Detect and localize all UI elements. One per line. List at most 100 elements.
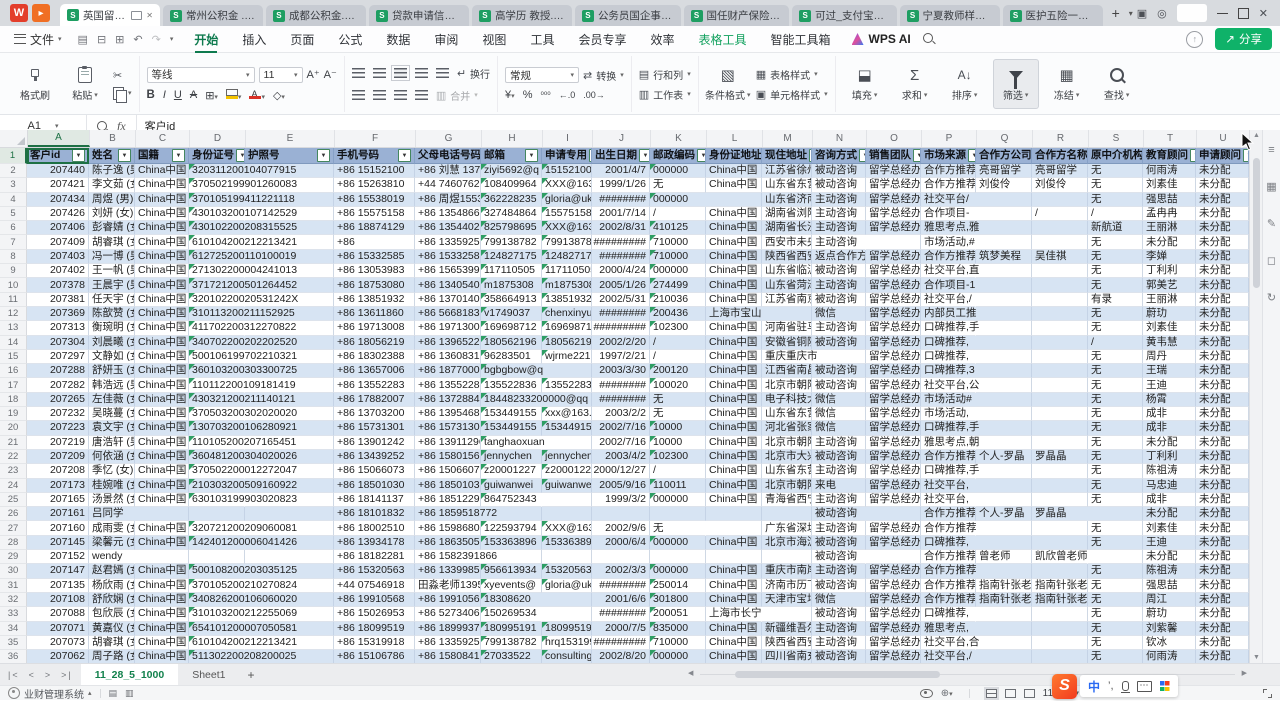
cell-J24[interactable]: 2005/9/16: [592, 479, 650, 493]
currency-button[interactable]: ¥▾: [505, 89, 515, 101]
row-header-24[interactable]: 24: [0, 479, 27, 493]
cell-G16[interactable]: +86 1877000215: [415, 364, 481, 378]
row-header-34[interactable]: 34: [0, 622, 27, 636]
cell-S32[interactable]: 无: [1088, 593, 1143, 607]
cell-U17[interactable]: 未分配: [1196, 378, 1249, 392]
cell-F29[interactable]: +86 18182281: [334, 550, 415, 564]
cell-U31[interactable]: 未分配: [1196, 579, 1249, 593]
cell-P23[interactable]: 口碑推荐,手: [921, 464, 976, 478]
header-cell-E[interactable]: 护照号▼: [245, 148, 334, 164]
cell-J26[interactable]: [592, 507, 650, 521]
cell-F5[interactable]: +86 15575158: [334, 207, 415, 221]
cell-U32[interactable]: 未分配: [1196, 593, 1249, 607]
cell-T27[interactable]: 刘素佳: [1143, 521, 1196, 535]
cell-N16[interactable]: 被动咨询: [812, 364, 866, 378]
cell-D26[interactable]: [189, 507, 245, 521]
cell-B5[interactable]: 刘妍 (女): [89, 207, 135, 221]
cell-H19[interactable]: 153449155: [481, 407, 542, 421]
cell-D9[interactable]: 271302200004241013: [189, 264, 245, 278]
cell-B9[interactable]: 王一帆 (男): [89, 264, 135, 278]
cell-style-button[interactable]: ▣单元格样式▾: [756, 87, 828, 102]
cell-M32[interactable]: 天津市宝坻: [762, 593, 812, 607]
upgrade-icon[interactable]: ↑: [1186, 31, 1203, 48]
cell-A14[interactable]: 207304: [27, 336, 89, 350]
cell-S29[interactable]: [1088, 550, 1143, 564]
cell-O13[interactable]: 留学总经办: [866, 321, 921, 335]
cell-T35[interactable]: 钦冰: [1143, 636, 1196, 650]
cell-A7[interactable]: 207409: [27, 235, 89, 249]
cell-J2[interactable]: 2001/4/7: [592, 164, 650, 178]
cell-C3[interactable]: China中国: [135, 178, 189, 192]
cell-B3[interactable]: 李文茹 (女): [89, 178, 135, 192]
cell-I13[interactable]: 169698712: [542, 321, 592, 335]
cell-B12[interactable]: 陈歆赞 (女): [89, 307, 135, 321]
cell-D12[interactable]: 310113200211152925: [189, 307, 245, 321]
cell-C9[interactable]: China中国: [135, 264, 189, 278]
cell-P21[interactable]: 雅思考点,朝: [921, 436, 976, 450]
cell-L8[interactable]: China中国: [706, 250, 762, 264]
document-tab[interactable]: S英国留学生✕: [60, 4, 160, 26]
font-size-select[interactable]: 11▾: [259, 67, 303, 83]
row-header-35[interactable]: 35: [0, 636, 27, 650]
cell-J3[interactable]: 1999/1/26: [592, 178, 650, 192]
cell-P13[interactable]: 口碑推荐,手: [921, 321, 976, 335]
panel-shape-icon[interactable]: ◻: [1267, 254, 1276, 267]
cell-N34[interactable]: 主动咨询: [812, 622, 866, 636]
cell-Q26[interactable]: 个人-罗晶: [976, 507, 1032, 521]
cell-K13[interactable]: 102300: [650, 321, 706, 335]
cell-L15[interactable]: China中国: [706, 350, 762, 364]
chevron-down-icon[interactable]: ▾: [170, 35, 174, 43]
cell-K6[interactable]: 410125: [650, 221, 706, 235]
cell-L2[interactable]: China中国: [706, 164, 762, 178]
cell-B25[interactable]: 汤景然 (女): [89, 493, 135, 507]
cell-C27[interactable]: China中国: [135, 521, 189, 535]
cell-R16[interactable]: [1032, 364, 1088, 378]
cell-D15[interactable]: 500106199702210321: [189, 350, 245, 364]
output-icon[interactable]: ⊟: [97, 33, 106, 46]
row-header-2[interactable]: 2: [0, 164, 27, 178]
cell-G9[interactable]: +86 1565399710: [415, 264, 481, 278]
cell-S23[interactable]: 无: [1088, 464, 1143, 478]
cell-C17[interactable]: China中国: [135, 378, 189, 392]
normal-view-icon[interactable]: [986, 689, 997, 698]
cell-R23[interactable]: [1032, 464, 1088, 478]
cell-G20[interactable]: +86 1573130169: [415, 421, 481, 435]
cell-M21[interactable]: 北京市朝阳: [762, 436, 812, 450]
cell-J15[interactable]: 1997/2/21: [592, 350, 650, 364]
cell-N12[interactable]: 微信: [812, 307, 866, 321]
cell-O24[interactable]: 留学总经办: [866, 479, 921, 493]
cell-M18[interactable]: 电子科技大: [762, 393, 812, 407]
cell-P4[interactable]: 社交平台/: [921, 193, 976, 207]
row-header-36[interactable]: 36: [0, 650, 27, 663]
header-cell-H[interactable]: 邮箱▼: [481, 148, 542, 164]
align-top-icon[interactable]: [352, 68, 365, 78]
row-header-25[interactable]: 25: [0, 493, 27, 507]
cell-Q10[interactable]: [976, 278, 1032, 292]
filter-dropdown-button[interactable]: ▼: [72, 149, 85, 162]
cell-R18[interactable]: [1032, 393, 1088, 407]
document-tab[interactable]: S宁夏教师样本.xlsx: [900, 5, 1000, 26]
cell-H18[interactable]: 18448233200000@qq: [481, 393, 542, 407]
cell-B29[interactable]: wendy: [89, 550, 135, 564]
cell-O26[interactable]: [866, 507, 921, 521]
cell-P28[interactable]: 口碑推荐,: [921, 536, 976, 550]
cell-C28[interactable]: China中国: [135, 536, 189, 550]
column-header-B[interactable]: B: [90, 130, 136, 147]
cell-R4[interactable]: [1032, 193, 1088, 207]
cell-S22[interactable]: 无: [1088, 450, 1143, 464]
cell-D23[interactable]: 370502200012272047: [189, 464, 245, 478]
row-header-27[interactable]: 27: [0, 521, 27, 535]
cell-M10[interactable]: 山东省菏泽: [762, 278, 812, 292]
column-header-H[interactable]: H: [482, 130, 543, 147]
menu-tab-8[interactable]: 会员专享: [567, 28, 637, 51]
cell-B16[interactable]: 舒妍玉 (女): [89, 364, 135, 378]
cell-H32[interactable]: 18308620: [481, 593, 542, 607]
cell-G28[interactable]: +86 1863505000: [415, 536, 481, 550]
cell-S18[interactable]: 无: [1088, 393, 1143, 407]
cell-T26[interactable]: 未分配: [1143, 507, 1196, 521]
cell-B34[interactable]: 黄嘉仪 (女): [89, 622, 135, 636]
cell-Q27[interactable]: [976, 521, 1032, 535]
locate-icon[interactable]: ⊕▾: [941, 688, 953, 699]
cell-J22[interactable]: 2003/4/2: [592, 450, 650, 464]
cell-H31[interactable]: xyevents@: [481, 579, 542, 593]
